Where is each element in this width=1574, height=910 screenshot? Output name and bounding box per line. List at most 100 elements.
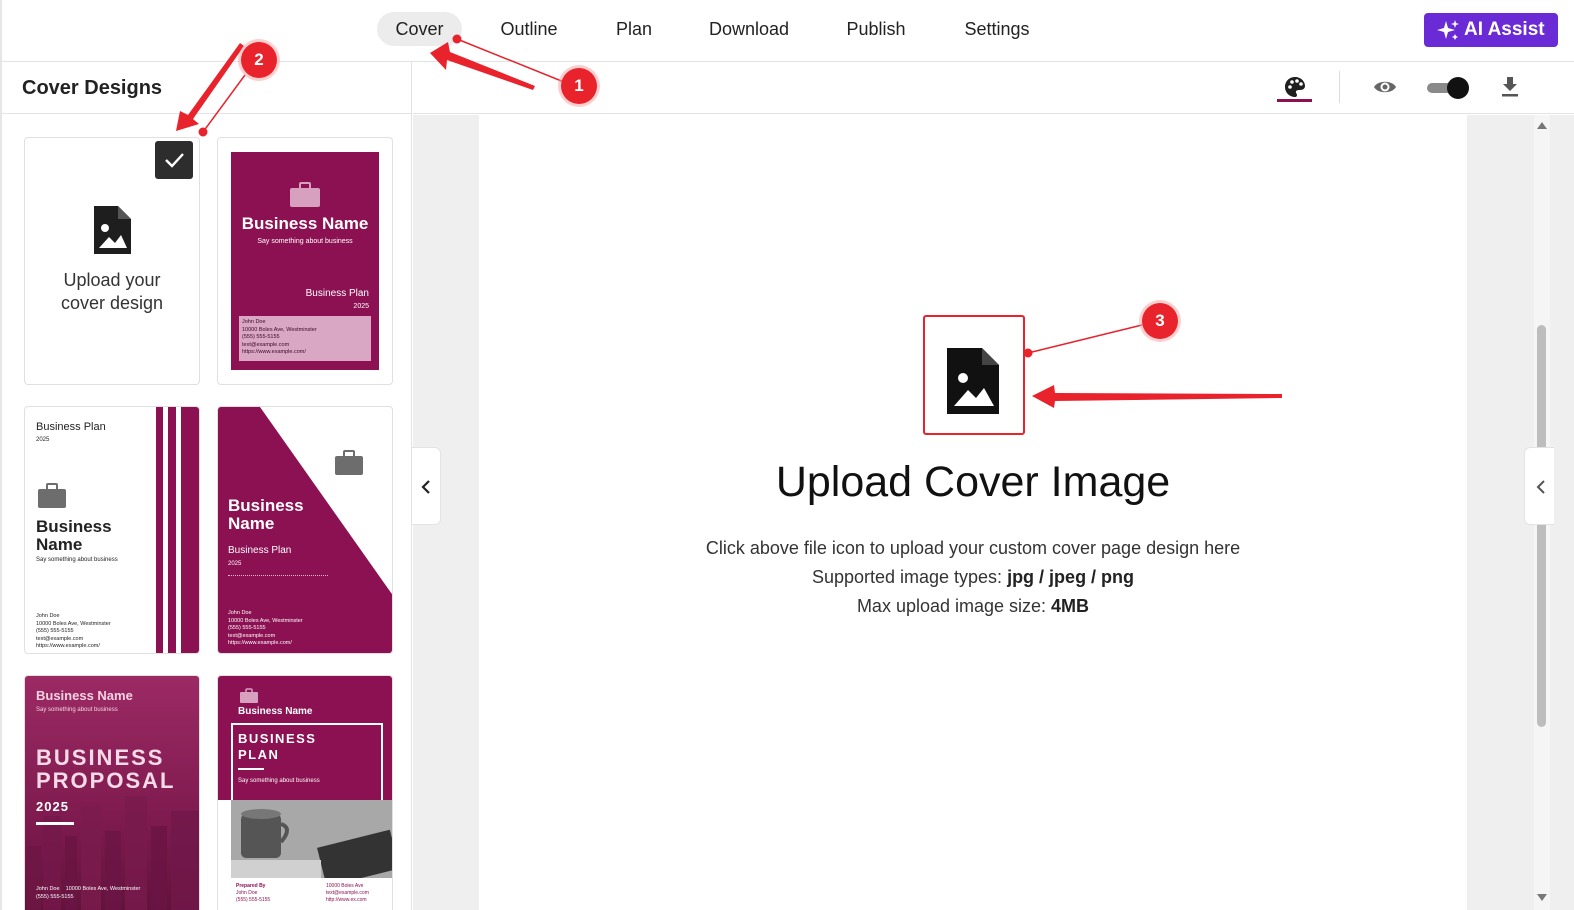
eye-icon[interactable]: [1373, 78, 1397, 96]
chevron-left-icon: [421, 480, 430, 494]
upload-cover-card[interactable]: Upload your cover design: [24, 137, 200, 385]
template-5-tagline: Say something about business: [238, 778, 320, 784]
template-1-business-name: Business Name: [241, 214, 369, 233]
template-2-contact-name: John Doe: [36, 613, 60, 619]
template-1-tagline: Say something about business: [257, 238, 353, 245]
supported-types-value: jpg / jpeg / png: [1007, 567, 1135, 587]
max-size-value: 4MB: [1051, 596, 1090, 616]
template-5-title-2: PLAN: [238, 747, 280, 762]
template-3-contact-address: 10000 Boles Ave, Westminster: [228, 617, 303, 624]
scroll-down-arrow-icon[interactable]: [1536, 893, 1548, 903]
annotation-marker-1: 1: [561, 68, 597, 104]
template-4-title-2: PROPOSAL: [36, 768, 176, 793]
template-4-contact: John Doe 10000 Boles Ave, Westminster (5…: [36, 886, 140, 901]
template-4-business-name: Business Name: [36, 688, 133, 703]
template-5-desk-photo: [231, 800, 392, 878]
upload-title: Upload Cover Image: [775, 458, 1171, 506]
tab-settings[interactable]: Settings: [955, 12, 1039, 46]
theme-button[interactable]: [1277, 74, 1312, 102]
template-5-address: 10000 Boles Ave text@example.com http://…: [326, 883, 369, 904]
template-5-prepared-by: Prepared By: [236, 883, 266, 889]
annotation-marker-2: 2: [241, 42, 277, 78]
briefcase-icon: [38, 483, 66, 508]
upload-description-line3: Max upload image size: 4MB: [479, 596, 1467, 617]
supported-types-label: Supported image types:: [811, 567, 1008, 587]
template-4-contact-phone: (555) 555-5155: [36, 893, 74, 900]
template-3-contact-phone: (555) 555-5155: [228, 625, 266, 631]
template-1-year: 2025: [353, 303, 369, 310]
template-4-title-1: BUSINESS: [36, 745, 165, 770]
sidebar-title: Cover Designs: [22, 77, 163, 99]
upload-description-line2: Supported image types: jpg / jpeg / png: [479, 567, 1467, 588]
template-5-web: http://www.ex.com: [326, 897, 367, 903]
template-1-contact-address: 10000 Boles Ave, Westminster: [242, 326, 317, 333]
cover-designs-sidebar: Cover Designs Upload your cover design B…: [2, 62, 412, 910]
preview-toggle[interactable]: [1427, 77, 1469, 99]
annotation-marker-3: 3: [1142, 303, 1178, 339]
scrollbar-thumb[interactable]: [1537, 325, 1546, 727]
template-2-contact-phone: (555) 555-5155: [36, 628, 74, 634]
sidebar-header: Cover Designs: [2, 62, 411, 114]
palette-icon: [1285, 77, 1305, 97]
template-2-year: 2025: [36, 437, 50, 443]
upload-image-button[interactable]: [923, 315, 1025, 435]
template-1-background: Business Name Say something about busine…: [231, 152, 379, 370]
template-2-business-name-2: Name: [36, 535, 83, 554]
tab-cover[interactable]: Cover: [377, 12, 462, 46]
template-5-prepared: Prepared By John Doe (555) 555-5155: [236, 883, 270, 904]
toggle-knob: [1447, 77, 1469, 99]
template-3-contact-email: text@example.com: [228, 632, 276, 639]
top-navigation-bar: Cover Outline Plan Download Publish Sett…: [0, 0, 1574, 910]
template-2-tagline: Say something about business: [36, 557, 118, 563]
tab-plan[interactable]: Plan: [605, 12, 663, 46]
collapse-sidebar-button[interactable]: [412, 447, 441, 525]
image-file-icon: [947, 348, 999, 414]
scroll-up-arrow-icon[interactable]: [1536, 120, 1548, 130]
template-3-contact: John Doe 10000 Boles Ave, Westminster (5…: [228, 610, 303, 648]
check-icon: [165, 153, 184, 168]
selected-check-badge: [155, 141, 193, 179]
upload-card-line1: Upload your: [63, 270, 161, 290]
template-1-contact-box: John Doe 10000 Boles Ave, Westminster (5…: [239, 316, 371, 361]
template-5-phone: (555) 555-5155: [236, 897, 271, 903]
template-3-business-name-2: Name: [228, 514, 275, 533]
template-5-business-name: Business Name: [238, 706, 313, 717]
expand-right-panel-button[interactable]: [1524, 447, 1554, 525]
editor-canvas: Upload Cover Image Click above file icon…: [413, 115, 1574, 910]
template-2-contact-email: text@example.com: [36, 635, 84, 642]
cover-template-2[interactable]: Business Plan 2025 Business Name Say som…: [24, 406, 200, 654]
template-2-contact: John Doe 10000 Boles Ave, Westminster (5…: [36, 613, 111, 651]
template-2-business-name-1: Business: [36, 517, 112, 536]
template-2-doc: Business Plan: [36, 421, 106, 433]
sparkle-icon: [1437, 20, 1459, 40]
briefcase-icon: [240, 688, 258, 703]
template-1-doc: Business Plan: [305, 288, 369, 299]
ai-assist-button[interactable]: AI Assist: [1424, 13, 1558, 47]
tab-outline[interactable]: Outline: [488, 12, 570, 46]
template-2-contact-web: https://www.example.com/: [36, 643, 100, 649]
cover-template-3[interactable]: Business Name Business Plan 2025 John Do…: [217, 406, 393, 654]
cover-page: Upload Cover Image Click above file icon…: [479, 115, 1467, 910]
cover-template-5[interactable]: Business Name BUSINESS PLAN Say somethin…: [217, 675, 393, 910]
upload-description-line1: Click above file icon to upload your cus…: [705, 538, 1241, 558]
template-4-underline: [36, 822, 74, 825]
template-3-contact-web: https://www.example.com/: [228, 640, 292, 646]
briefcase-icon: [290, 182, 320, 207]
template-3-year: 2025: [228, 561, 242, 567]
template-4-contact-name: John Doe: [36, 886, 60, 892]
download-icon[interactable]: [1500, 76, 1520, 98]
image-file-icon: [94, 206, 131, 254]
max-size-label: Max upload image size:: [856, 596, 1052, 616]
template-5-title-1: BUSINESS: [238, 731, 317, 746]
template-1-contact-phone: (555) 555-5155: [242, 334, 280, 340]
template-5-underline: [238, 768, 264, 770]
template-1-contact-email: text@example.com: [242, 341, 290, 348]
template-5-email: text@example.com: [326, 890, 369, 896]
template-4-tagline: Say something about business: [36, 707, 118, 713]
cover-template-4[interactable]: Business Name Say something about busine…: [24, 675, 200, 910]
cover-template-1[interactable]: Business Name Say something about busine…: [217, 137, 393, 385]
template-5-street: 10000 Boles Ave: [326, 883, 364, 889]
tab-download[interactable]: Download: [700, 12, 798, 46]
tab-publish[interactable]: Publish: [836, 12, 916, 46]
template-1-contact-web: https://www.example.com/: [242, 349, 306, 355]
